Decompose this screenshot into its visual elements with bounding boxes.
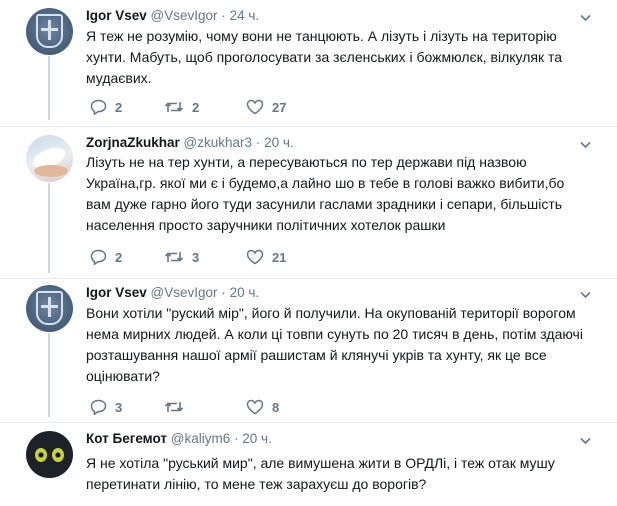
tweet-text-line: Я не хотіла "руський мир", але вимушена … (86, 455, 555, 471)
retweet-button[interactable] (164, 397, 184, 417)
retweet-icon (164, 102, 184, 112)
author-name[interactable]: Igor Vsev (86, 285, 147, 300)
tweet-text-line: хунти. Мабуть, щоб проголосувати за зєле… (86, 49, 563, 65)
tweet-header: Кот Бегемот @kaliym6 · 20 ч. (86, 431, 272, 446)
chevron-down-icon[interactable] (580, 435, 591, 446)
reply-icon (90, 399, 107, 415)
tweet-text-line: нема мирних людей. А коли ці товпи сунут… (86, 326, 583, 342)
retweet-count: 3 (192, 249, 200, 265)
author-handle[interactable]: @VsevIgor (151, 285, 218, 300)
reply-count: 3 (115, 399, 123, 415)
like-button[interactable]: 27 (246, 97, 286, 117)
hand-shape (34, 165, 68, 177)
chevron-down-icon[interactable] (580, 12, 591, 23)
like-count: 27 (272, 99, 287, 115)
avatar[interactable] (26, 135, 73, 182)
chevron-down-icon[interactable] (580, 139, 591, 150)
government-crest-avatar-icon (36, 14, 63, 48)
tweet-text-line: розташування нашої армії рашистам й клян… (86, 347, 547, 363)
tweet-text-line: мудаєвих. (86, 70, 152, 86)
retweet-button[interactable]: 2 (164, 97, 199, 117)
government-crest-avatar-icon (36, 291, 63, 325)
thread-connector (48, 183, 50, 273)
author-handle[interactable]: @zkukhar3 (184, 135, 252, 150)
tweet-text-line: Вони хотіли "руский мір", його й получил… (86, 305, 576, 321)
tweet-text-line: перетинати лінію, то мене теж зарахуєш д… (86, 476, 427, 492)
tweet-time[interactable]: 20 ч. (230, 285, 260, 300)
author-name[interactable]: Igor Vsev (86, 8, 147, 23)
reply-button[interactable]: 3 (90, 397, 122, 417)
reply-count: 2 (115, 99, 123, 115)
author-handle[interactable]: @VsevIgor (151, 8, 218, 23)
avatar[interactable] (26, 8, 73, 55)
cat-avatar-icon (35, 448, 47, 462)
like-count: 21 (272, 249, 287, 265)
tweet-time[interactable]: 20 ч. (264, 135, 294, 150)
like-button[interactable]: 21 (246, 247, 286, 267)
author-name[interactable]: Кот Бегемот (86, 431, 167, 446)
retweet-count: 2 (192, 99, 200, 115)
tweet-text-line: вам дуже гарно його туди засунили гаслам… (86, 196, 563, 212)
retweet-button[interactable]: 3 (164, 247, 199, 267)
tweet-header: Igor Vsev @VsevIgor · 20 ч. (86, 285, 259, 300)
retweet-icon (164, 252, 184, 262)
tweet-text-line: Лізуть не на тер хунти, а пересуваються … (86, 154, 527, 170)
tweet-text-line: Я теж не розумію, чому вони не танцюють.… (86, 28, 557, 44)
tweet-3[interactable]: Igor Vsev @VsevIgor · 20 ч. Вони хотіли … (0, 279, 617, 422)
like-button[interactable]: 8 (246, 397, 279, 417)
reply-icon (90, 99, 107, 115)
avatar[interactable] (26, 285, 73, 332)
tweet-text: Вони хотіли "руский мір", його й получил… (86, 303, 586, 387)
author-handle[interactable]: @kaliym6 (171, 431, 230, 446)
thread-connector (48, 56, 50, 120)
dot-separator: · (234, 431, 239, 446)
retweet-icon (164, 402, 184, 412)
reply-button[interactable]: 2 (90, 247, 122, 267)
heart-icon (246, 399, 264, 415)
tweet-4[interactable]: Кот Бегемот @kaliym6 · 20 ч. Я не хотіла… (0, 423, 617, 506)
dot-separator: · (255, 135, 261, 150)
cat-eye (52, 448, 64, 462)
tweet-text-line: населення просто заручники політичних хо… (86, 217, 446, 233)
tweet-header: ZorjnaZkukhar @zkukhar3 · 20 ч. (86, 135, 294, 150)
tweet-2[interactable]: ZorjnaZkukhar @zkukhar3 · 20 ч. Лізуть н… (0, 127, 617, 278)
dot-separator: · (221, 8, 226, 23)
tweet-text-line: Україна,гр. якої ми є і будемо,а лайно ш… (86, 175, 565, 191)
reply-button[interactable]: 2 (90, 97, 122, 117)
tweet-1[interactable]: Igor Vsev @VsevIgor · 24 ч. Я теж не роз… (0, 0, 617, 126)
dot-separator: · (221, 285, 226, 300)
tweet-text: Я теж не розумію, чому вони не танцюють.… (86, 26, 586, 89)
tweet-time[interactable]: 20 ч. (242, 431, 272, 446)
thread-connector (48, 333, 50, 417)
chevron-down-icon[interactable] (580, 289, 591, 300)
tweet-time[interactable]: 24 ч. (230, 8, 260, 23)
tweet-text-line: оцінювати? (86, 368, 160, 384)
author-name[interactable]: ZorjnaZkukhar (86, 135, 180, 150)
tweet-text: Лізуть не на тер хунти, а пересуваються … (86, 152, 586, 236)
heart-icon (246, 99, 264, 115)
like-count: 8 (272, 399, 280, 415)
reply-icon (90, 249, 107, 265)
reply-count: 2 (115, 249, 123, 265)
tweet-text: Я не хотіла "руський мир", але вимушена … (86, 453, 586, 495)
tweet-header: Igor Vsev @VsevIgor · 24 ч. (86, 8, 259, 23)
avatar[interactable] (26, 431, 73, 478)
heart-icon (246, 249, 264, 265)
tweet-thread: Igor Vsev @VsevIgor · 24 ч. Я теж не роз… (0, 0, 617, 506)
